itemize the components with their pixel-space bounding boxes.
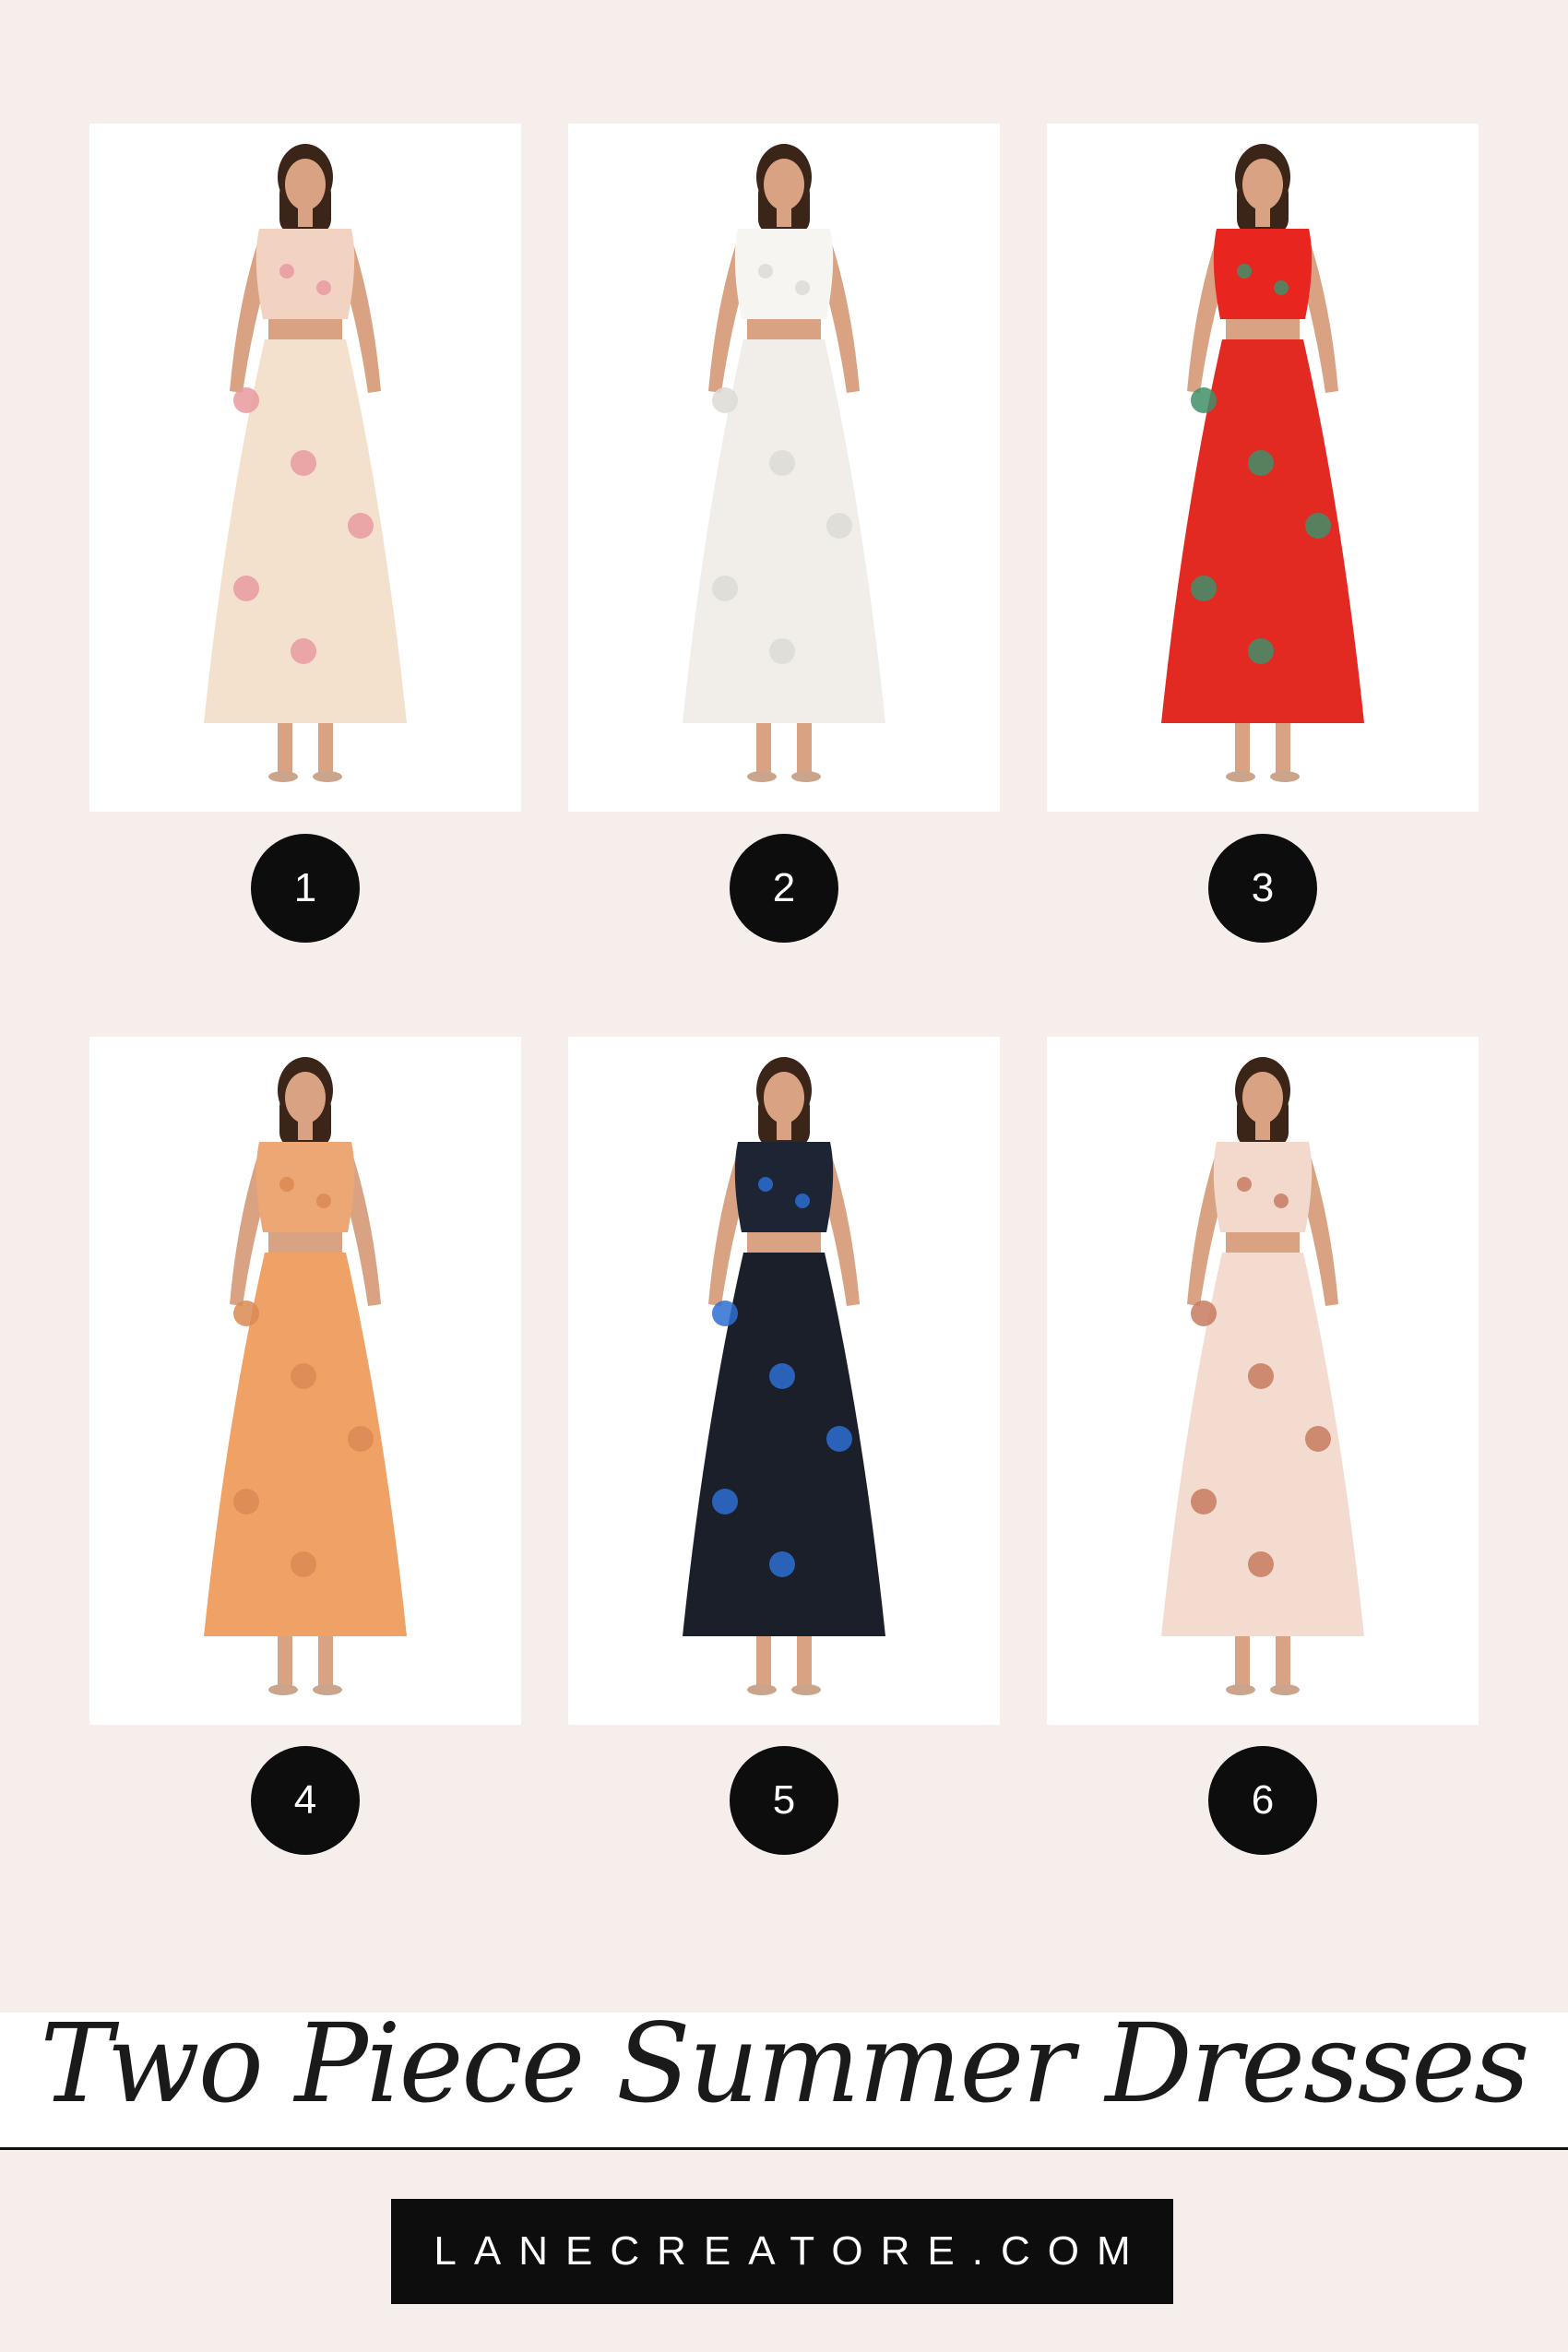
model-figure-illustration	[1161, 1057, 1364, 1695]
model-figure-illustration	[683, 1057, 885, 1695]
model-figure-illustration	[683, 144, 885, 782]
item-number-badge-2: 2	[730, 834, 838, 943]
item-number-badge-3: 3	[1208, 834, 1317, 943]
outfit-photo-3[interactable]	[1047, 124, 1479, 812]
page-title: Two Piece Summer Dresses	[40, 2000, 1529, 2127]
item-number-badge-6: 6	[1208, 1746, 1317, 1855]
item-number-badge-1: 1	[251, 834, 360, 943]
outfit-photo-1[interactable]	[89, 124, 521, 812]
item-number-badge-4: 4	[251, 1746, 360, 1855]
outfit-photo-6[interactable]	[1047, 1037, 1479, 1725]
outfit-photo-2[interactable]	[568, 124, 1000, 812]
outfit-photo-4[interactable]	[89, 1037, 521, 1725]
model-figure-illustration	[1161, 144, 1364, 782]
outfit-photo-5[interactable]	[568, 1037, 1000, 1725]
website-link-button[interactable]: LANECREATORE.COM	[391, 2199, 1173, 2304]
title-underline	[0, 2147, 1568, 2150]
model-figure-illustration	[204, 144, 407, 782]
model-figure-illustration	[204, 1057, 407, 1695]
item-number-badge-5: 5	[730, 1746, 838, 1855]
